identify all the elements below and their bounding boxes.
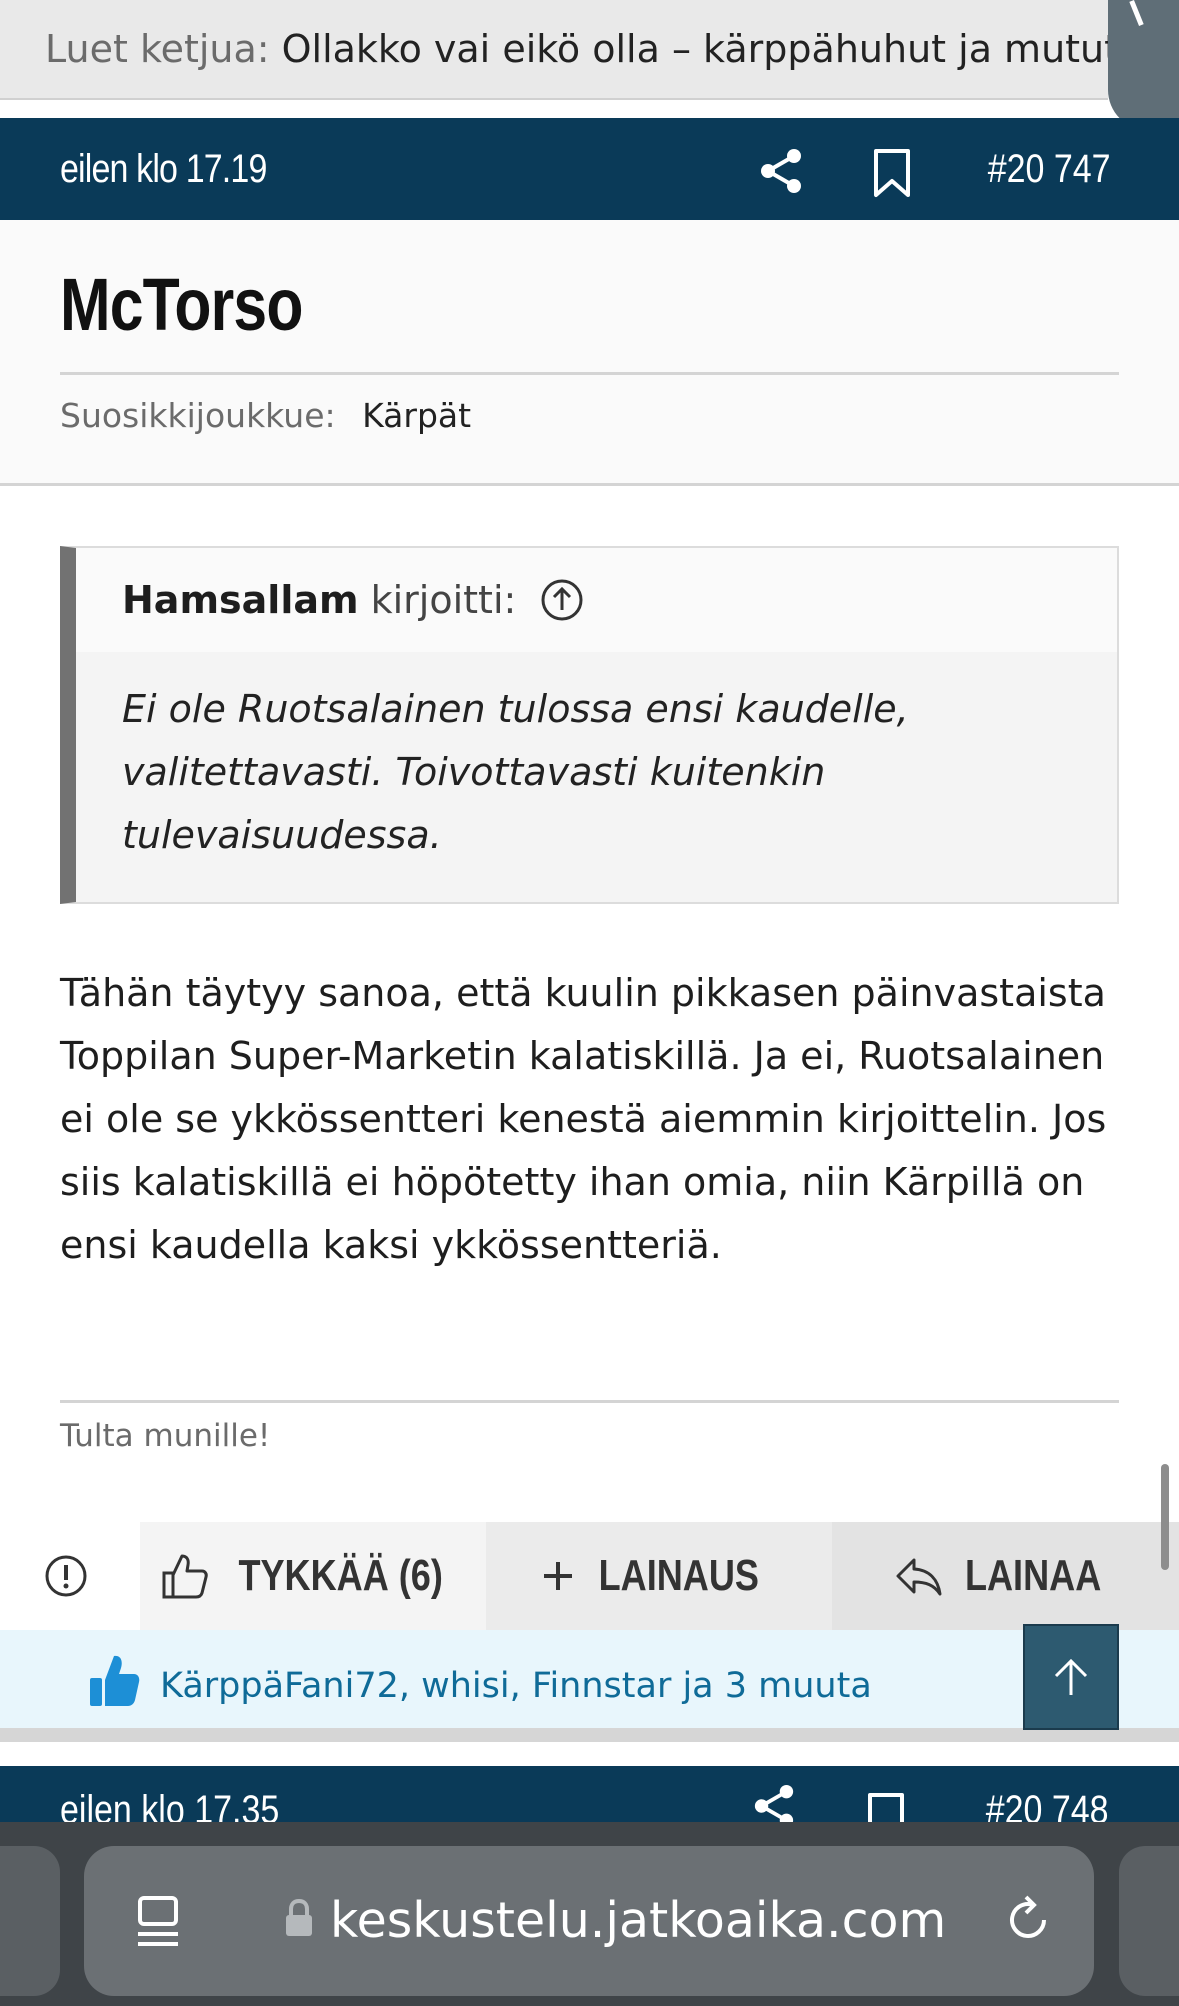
favorite-team-label: Suosikkijoukkue: [60,396,336,435]
quote-text: Ei ole Ruotsalainen tulossa ensi kaudell… [122,687,909,857]
page-scrollbar[interactable] [1161,1464,1169,1570]
next-post-timestamp[interactable]: eilen klo 17.35 [60,1788,279,1826]
author-name[interactable]: McTorso [60,262,303,347]
next-post-header-bar: eilen klo 17.35 #20 748 [0,1766,1179,1826]
previous-tab-edge[interactable] [0,1846,60,1996]
post-header-bar: eilen klo 17.19 #20 747 [0,118,1179,220]
reply-button[interactable]: LAINAA [832,1522,1179,1630]
post-actions: TYKKÄÄ (6) LAINAUS LAINAA [0,1522,1179,1630]
thread-banner[interactable]: Luet ketjua: Ollakko vai eikö olla – kär… [0,0,1108,100]
url-text[interactable]: keskustelu.jatkoaika.com [330,1846,946,1996]
browser-toolbar: keskustelu.jatkoaika.com [0,1822,1179,2006]
multiquote-button-label: LAINAUS [598,1551,760,1600]
like-button[interactable]: TYKKÄÄ (6) [140,1522,486,1630]
reply-arrow-icon [896,1558,942,1596]
reply-button-label: LAINAA [965,1551,1102,1600]
arrow-up-circle-icon[interactable] [540,578,584,622]
quote-header: Hamsallam kirjoitti: [76,548,1117,652]
share-icon[interactable] [752,1784,796,1826]
author-info: McTorso Suosikkijoukkue: Kärpät [0,220,1179,486]
favorite-team-value: Kärpät [362,396,472,435]
bookmark-icon[interactable] [872,148,912,198]
next-tab-edge[interactable] [1119,1846,1179,1996]
signature-divider [60,1400,1119,1403]
author-divider [60,372,1119,375]
likers-list[interactable]: KärppäFani72, whisi, Finnstar ja 3 muuta [160,1630,872,1742]
scroll-top-button[interactable] [1023,1624,1119,1730]
like-button-label: TYKKÄÄ (6) [238,1551,444,1600]
address-bar[interactable]: keskustelu.jatkoaika.com [84,1846,1094,1996]
next-post-number[interactable]: #20 748 [986,1788,1109,1826]
thread-title[interactable]: Ollakko vai eikö olla – kärppähuhut ja m… [282,27,1108,71]
report-icon[interactable] [44,1554,88,1598]
thumbs-up-icon [162,1554,209,1599]
likes-summary: KärppäFani72, whisi, Finnstar ja 3 muuta [0,1630,1179,1742]
reload-icon[interactable] [1002,1894,1054,1946]
menu-corner-button[interactable] [1108,0,1179,130]
scroll-top-icon [1054,1658,1088,1695]
bookmark-icon[interactable] [866,1792,906,1826]
quote-block: Hamsallam kirjoitti: Ei ole Ruotsalainen… [60,546,1119,904]
thumbs-up-icon [90,1655,140,1706]
plus-icon [544,1562,573,1590]
thread-banner-label: Luet ketjua: [45,27,270,71]
favorite-team-row: Suosikkijoukkue: Kärpät [60,396,471,435]
signature: Tulta munille! [60,1418,271,1454]
quote-wrote-label: kirjoitti: [370,578,517,622]
share-icon[interactable] [758,148,804,194]
lock-icon [286,1898,312,1936]
post-timestamp[interactable]: eilen klo 17.19 [60,118,267,220]
quote-author[interactable]: Hamsallam [122,578,359,622]
reader-mode-icon[interactable] [134,1894,182,1948]
post-body: Tähän täytyy sanoa, että kuulin pikkasen… [60,971,1107,1267]
multiquote-button[interactable]: LAINAUS [486,1522,832,1630]
post-number[interactable]: #20 747 [988,118,1111,220]
